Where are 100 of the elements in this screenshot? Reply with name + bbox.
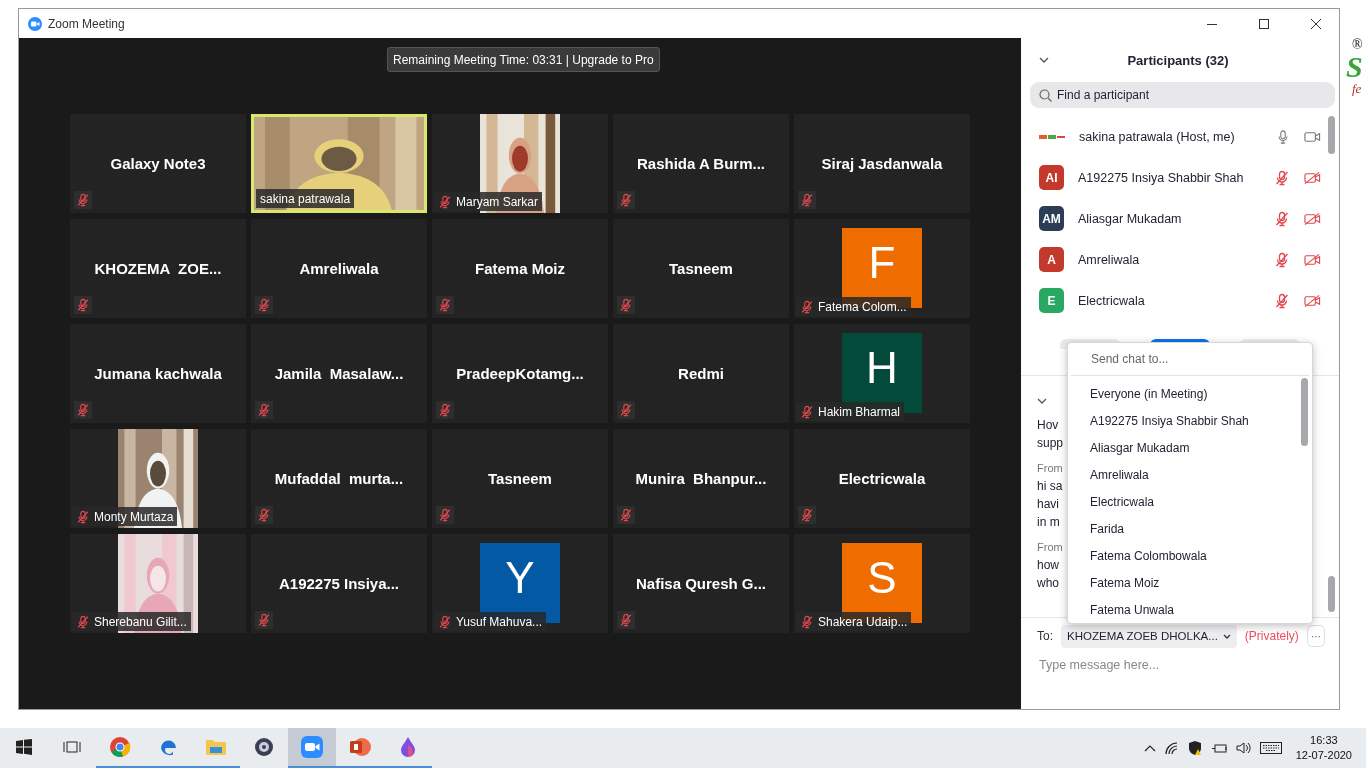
- video-tile[interactable]: Maryam Sarkar: [432, 114, 608, 213]
- recipient-option[interactable]: Fatema Unwala: [1068, 596, 1312, 623]
- video-off-icon[interactable]: [1304, 211, 1321, 226]
- video-tile[interactable]: Tasneem: [613, 219, 789, 318]
- participant-name: Jumana kachwala: [94, 365, 222, 382]
- video-tile[interactable]: S Shakera Udaip...: [794, 534, 970, 633]
- participant-name: Tasneem: [669, 260, 733, 277]
- scrollbar-thumb[interactable]: [1328, 116, 1335, 154]
- recipient-option[interactable]: Everyone (in Meeting): [1068, 380, 1312, 407]
- recipient-option[interactable]: Aliasgar Mukadam: [1068, 434, 1312, 461]
- participant-row[interactable]: sakina patrawala (Host, me): [1021, 116, 1325, 157]
- message-sender: From: [1037, 461, 1063, 476]
- recipient-option[interactable]: Amreliwala: [1068, 461, 1312, 488]
- message-text: havi: [1037, 496, 1059, 513]
- participant-row[interactable]: A Amreliwala: [1021, 239, 1325, 280]
- initials-avatar: A: [1039, 247, 1064, 272]
- video-tile[interactable]: Sherebanu Gilit...: [70, 534, 246, 633]
- recipient-option[interactable]: A192275 Insiya Shabbir Shah: [1068, 407, 1312, 434]
- video-tile[interactable]: Tasneem: [432, 429, 608, 528]
- chevron-up-icon[interactable]: [1143, 744, 1156, 752]
- muted-microphone-icon: [1274, 292, 1290, 309]
- participant-name-label: Yusuf Mahuva...: [434, 612, 547, 631]
- maximize-icon: [1259, 18, 1269, 29]
- video-tile[interactable]: Rashida A Burm...: [613, 114, 789, 213]
- keyboard-icon[interactable]: [1259, 742, 1282, 754]
- round-browser-icon: [109, 736, 131, 758]
- video-tile[interactable]: Siraj Jasdanwala: [794, 114, 970, 213]
- initials-avatar: AM: [1039, 206, 1064, 231]
- chevron-down-icon[interactable]: [1039, 57, 1049, 63]
- presentation-app-icon: [349, 737, 371, 757]
- muted-microphone-icon: [1274, 210, 1290, 227]
- search-icon: [1039, 89, 1052, 102]
- task-view-icon: [63, 739, 81, 755]
- video-tile[interactable]: Y Yusuf Mahuva...: [432, 534, 608, 633]
- meeting-time-banner[interactable]: Remaining Meeting Time: 03:31 | Upgrade to Pro: [387, 47, 660, 72]
- video-tile[interactable]: KHOZEMA ZOE...: [70, 219, 246, 318]
- recipient-option[interactable]: Farida: [1068, 515, 1312, 542]
- participant-name-label: Monty Murtaza: [72, 507, 178, 526]
- scrollbar-thumb[interactable]: [1301, 378, 1308, 446]
- video-camera-icon[interactable]: [1304, 129, 1321, 144]
- video-tile[interactable]: H Hakim Bharmal: [794, 324, 970, 423]
- close-icon: [1311, 18, 1321, 29]
- video-tile[interactable]: Jumana kachwala: [70, 324, 246, 423]
- video-tile[interactable]: F Fatema Colom...: [794, 219, 970, 318]
- recipient-option[interactable]: Fatema Moiz: [1068, 569, 1312, 596]
- more-button[interactable]: ···: [1306, 625, 1325, 647]
- participant-name: Nafisa Quresh G...: [635, 575, 766, 592]
- disc-icon: [254, 737, 274, 757]
- video-tile[interactable]: Mufaddal murta...: [251, 429, 427, 528]
- participant-row[interactable]: E Electricwala: [1021, 280, 1325, 321]
- video-tile[interactable]: Amreliwala: [251, 219, 427, 318]
- video-tile[interactable]: Monty Murtaza: [70, 429, 246, 528]
- participant-name: Jamila Masalaw...: [274, 365, 404, 382]
- video-off-icon[interactable]: [1304, 293, 1321, 308]
- video-tile[interactable]: Galaxy Note3: [70, 114, 246, 213]
- clock[interactable]: 16:33 12-07-2020: [1289, 733, 1358, 763]
- participant-row[interactable]: AI A192275 Insiya Shabbir Shah: [1021, 157, 1325, 198]
- participant-name: Amreliwala: [299, 260, 379, 277]
- participant-name: KHOZEMA ZOE...: [94, 260, 222, 277]
- recipient-search-field[interactable]: Send chat to...: [1071, 343, 1309, 376]
- video-off-icon[interactable]: [1304, 170, 1321, 185]
- muted-microphone-icon: [438, 194, 452, 209]
- muted-microphone-icon: [1274, 251, 1290, 268]
- video-tile[interactable]: PradeepKotamg...: [432, 324, 608, 423]
- wifi-icon[interactable]: [1163, 741, 1180, 755]
- video-tile[interactable]: Electricwala: [794, 429, 970, 528]
- participant-name-label: sakina patrawala: [256, 189, 355, 208]
- video-tile[interactable]: Jamila Masalaw...: [251, 324, 427, 423]
- participant-name: PradeepKotamg...: [456, 365, 584, 382]
- chevron-down-icon[interactable]: [1037, 398, 1047, 404]
- recipient-option[interactable]: Electricwala: [1068, 488, 1312, 515]
- muted-microphone-icon: [1274, 169, 1290, 186]
- participant-name: Fatema Moiz: [475, 260, 565, 277]
- muted-microphone-icon: [76, 614, 90, 629]
- participant-name: A192275 Insiya...: [278, 575, 400, 592]
- recipient-dropdown[interactable]: KHOZEMA ZOEB DHOLKA...: [1061, 624, 1237, 648]
- battery-icon[interactable]: [1211, 742, 1228, 754]
- window-title: Zoom Meeting: [48, 16, 126, 31]
- scrollbar-thumb[interactable]: [1328, 576, 1335, 612]
- video-off-icon[interactable]: [1304, 252, 1321, 267]
- muted-microphone-icon: [800, 614, 814, 629]
- video-tile[interactable]: A192275 Insiya...: [251, 534, 427, 633]
- speaker-icon[interactable]: [1235, 741, 1252, 755]
- microphone-icon[interactable]: [1276, 128, 1290, 145]
- video-tile[interactable]: Redmi: [613, 324, 789, 423]
- video-tile[interactable]: Fatema Moiz: [432, 219, 608, 318]
- participants-title: Participants (32): [1126, 52, 1230, 68]
- video-tile[interactable]: Munira Bhanpur...: [613, 429, 789, 528]
- participant-name: Electricwala: [838, 470, 926, 487]
- participant-name: Rashida A Burm...: [636, 155, 766, 172]
- shield-icon[interactable]: [1187, 740, 1204, 756]
- privately-label: (Privately): [1244, 629, 1299, 643]
- video-tile[interactable]: Nafisa Quresh G...: [613, 534, 789, 633]
- participant-row[interactable]: AM Aliasgar Mukadam: [1021, 198, 1325, 239]
- recipient-option[interactable]: Fatema Colombowala: [1068, 542, 1312, 569]
- muted-microphone-icon: [438, 614, 452, 629]
- video-tile[interactable]: sakina patrawala: [251, 114, 427, 213]
- participant-search-field[interactable]: Find a participant: [1030, 82, 1335, 108]
- muted-microphone-icon: [76, 509, 90, 524]
- message-text: in m: [1037, 514, 1060, 531]
